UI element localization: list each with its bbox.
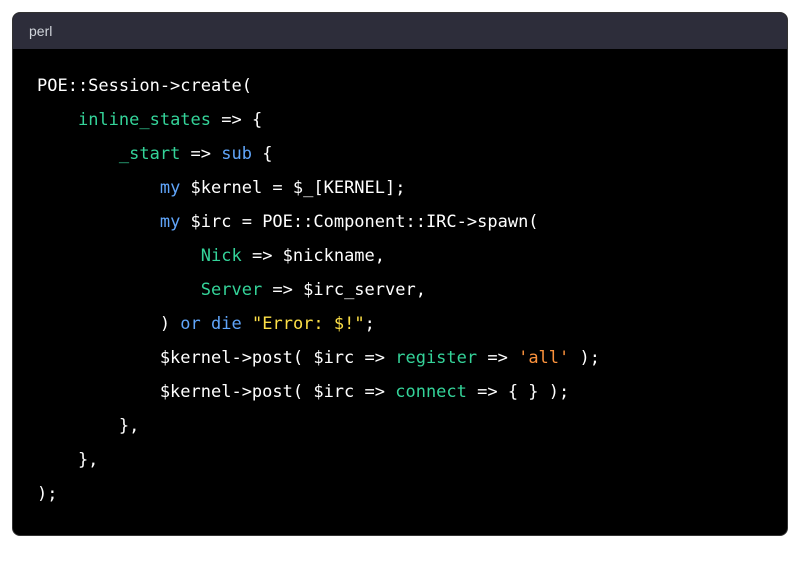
code-token: connect [395, 382, 467, 402]
code-token: $kernel->post( $irc => [37, 382, 395, 402]
code-token: my [160, 212, 180, 232]
code-line: }, [37, 409, 763, 443]
code-token: register [395, 348, 477, 368]
code-line: Server => $irc_server, [37, 273, 763, 307]
code-token: 'all' [518, 348, 569, 368]
code-token: => { [211, 110, 262, 130]
code-token [37, 212, 160, 232]
code-token: ; [365, 314, 375, 334]
code-token: }, [37, 450, 98, 470]
code-token: inline_states [78, 110, 211, 130]
code-token [37, 110, 78, 130]
code-line: Nick => $nickname, [37, 239, 763, 273]
code-token: _start [119, 144, 180, 164]
code-token [242, 314, 252, 334]
code-token: my [160, 178, 180, 198]
code-line: my $kernel = $_[KERNEL]; [37, 171, 763, 205]
code-line: }, [37, 443, 763, 477]
code-token [201, 314, 211, 334]
code-line: POE::Session->create( [37, 69, 763, 103]
code-token: }, [37, 416, 139, 436]
code-line: $kernel->post( $irc => register => 'all'… [37, 341, 763, 375]
code-token: ) [37, 314, 180, 334]
code-token: => $irc_server, [262, 280, 426, 300]
code-language-label: perl [29, 23, 52, 39]
code-token: => $nickname, [242, 246, 385, 266]
code-token: Nick [201, 246, 242, 266]
code-token: die [211, 314, 242, 334]
code-token: "Error: $!" [252, 314, 365, 334]
code-token: $kernel->post( $irc => [37, 348, 395, 368]
code-token: Server [201, 280, 262, 300]
code-token: { [252, 144, 272, 164]
code-token: sub [221, 144, 252, 164]
code-token [37, 246, 201, 266]
code-token [37, 280, 201, 300]
code-line: my $irc = POE::Component::IRC->spawn( [37, 205, 763, 239]
code-token: ); [37, 484, 57, 504]
code-line: _start => sub { [37, 137, 763, 171]
code-line: inline_states => { [37, 103, 763, 137]
code-line: ); [37, 477, 763, 511]
code-line: ) or die "Error: $!"; [37, 307, 763, 341]
code-body[interactable]: POE::Session->create( inline_states => {… [13, 49, 787, 535]
code-token: => [180, 144, 221, 164]
code-line: $kernel->post( $irc => connect => { } ); [37, 375, 763, 409]
code-token [37, 178, 160, 198]
code-token: $kernel = $_[KERNEL]; [180, 178, 405, 198]
code-token [37, 144, 119, 164]
code-token: $irc = POE::Component::IRC->spawn( [180, 212, 538, 232]
code-token: => [477, 348, 518, 368]
code-token: or [180, 314, 200, 334]
code-token: => { } ); [467, 382, 569, 402]
code-header: perl [13, 13, 787, 49]
code-block: perl POE::Session->create( inline_states… [12, 12, 788, 536]
code-token: ); [569, 348, 600, 368]
code-token: POE::Session->create( [37, 76, 252, 96]
